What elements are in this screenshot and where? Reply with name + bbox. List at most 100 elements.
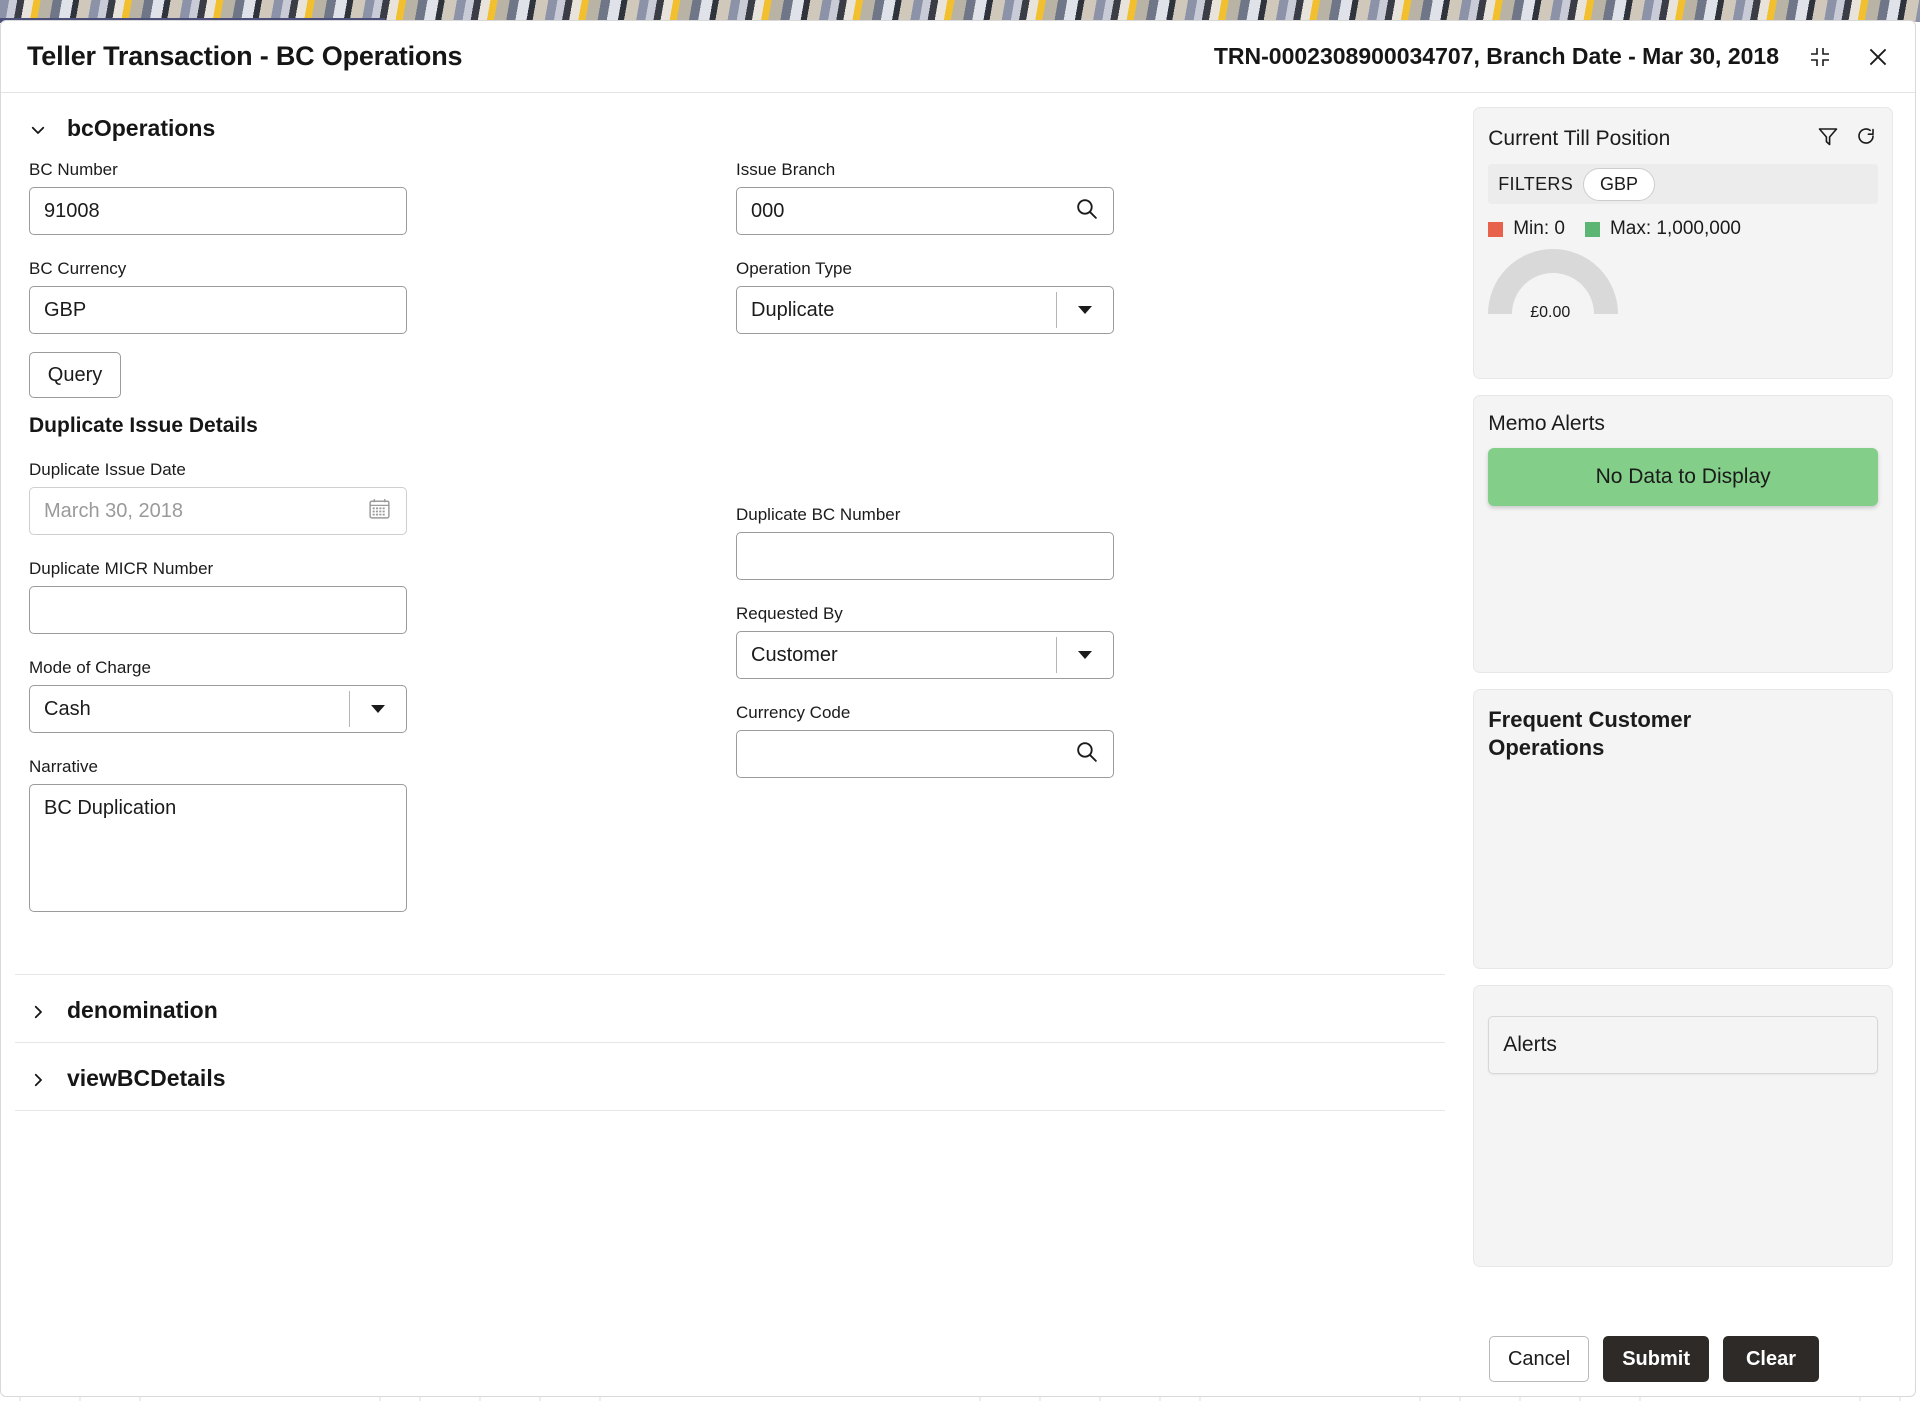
clear-button[interactable]: Clear [1723, 1336, 1819, 1382]
till-card-actions [1816, 124, 1878, 154]
close-icon[interactable] [1861, 40, 1895, 74]
field-duplicate-issue-date: Duplicate Issue Date March 30, 2018 [29, 460, 736, 535]
duplicate-bc-number-label: Duplicate BC Number [736, 505, 901, 524]
filter-funnel-icon[interactable] [1816, 124, 1840, 154]
modal-header: Teller Transaction - BC Operations TRN-0… [1, 21, 1915, 93]
mode-of-charge-label: Mode of Charge [29, 658, 151, 677]
currency-filter-pill[interactable]: GBP [1583, 167, 1656, 201]
section-divider [15, 1110, 1446, 1111]
operation-type-label: Operation Type [736, 259, 852, 278]
mode-of-charge-select[interactable]: Cash [29, 685, 407, 733]
requested-by-value: Customer [751, 643, 838, 666]
bc-currency-value: GBP [44, 298, 87, 321]
duplicate-bc-number-input[interactable] [736, 532, 1114, 580]
chevron-right-icon [29, 1003, 45, 1019]
bc-number-label: BC Number [29, 160, 118, 179]
mode-of-charge-value: Cash [44, 697, 91, 720]
narrative-textarea[interactable]: BC Duplication [29, 784, 407, 912]
modal-header-actions: TRN-0002308900034707, Branch Date - Mar … [1214, 40, 1895, 74]
duplicate-issue-date-label: Duplicate Issue Date [29, 460, 186, 479]
alerts-box[interactable]: Alerts [1488, 1016, 1878, 1074]
field-requested-by: Requested By Customer [736, 604, 1443, 679]
dropdown-arrow-icon[interactable] [1057, 645, 1113, 665]
alerts-title: Alerts [1503, 1033, 1557, 1056]
page-title: Teller Transaction - BC Operations [27, 41, 463, 71]
bc-number-value: 91008 [44, 199, 100, 222]
dropdown-arrow-icon[interactable] [350, 699, 406, 719]
accordion-header-denomination[interactable]: denomination [1, 975, 1465, 1042]
form-area: bcOperations BC Number 91008 BC Currency [1, 93, 1465, 1323]
modal-footer: Cancel Submit Clear [1, 1322, 1915, 1396]
duplicate-micr-number-label: Duplicate MICR Number [29, 559, 214, 578]
legend-min-swatch [1488, 221, 1504, 237]
field-mode-of-charge: Mode of Charge Cash [29, 658, 736, 733]
accordion-header-bcoperations[interactable]: bcOperations [1, 93, 1465, 160]
refresh-icon[interactable] [1854, 124, 1878, 154]
field-bc-currency: BC Currency GBP [29, 259, 736, 334]
dropdown-arrow-icon[interactable] [1057, 300, 1113, 320]
field-issue-branch: Issue Branch 000 [736, 160, 1443, 235]
gauge-value-label: £0.00 [1530, 304, 1571, 321]
till-filters-row: FILTERS GBP [1488, 164, 1878, 204]
currency-code-label: Currency Code [736, 703, 851, 722]
field-duplicate-bc-number: Duplicate BC Number [736, 505, 1443, 580]
cancel-button[interactable]: Cancel [1488, 1336, 1590, 1382]
query-button[interactable]: Query [29, 352, 121, 398]
duplicate-issue-details-heading: Duplicate Issue Details [29, 414, 258, 437]
requested-by-select[interactable]: Customer [736, 631, 1114, 679]
operation-type-value: Duplicate [751, 298, 835, 321]
issue-branch-label: Issue Branch [736, 160, 836, 179]
bc-currency-label: BC Currency [29, 259, 127, 278]
field-bc-number: BC Number 91008 [29, 160, 736, 235]
field-narrative: Narrative BC Duplication [29, 757, 736, 912]
issue-branch-input[interactable]: 000 [736, 187, 1114, 235]
current-till-position-card: Current Till Position FILTERS GBP Min: 0… [1473, 107, 1893, 379]
submit-button[interactable]: Submit [1603, 1336, 1709, 1382]
current-till-position-title: Current Till Position [1488, 127, 1671, 150]
transaction-reference: TRN-0002308900034707, Branch Date - Mar … [1213, 43, 1779, 69]
chevron-right-icon [29, 1071, 45, 1087]
field-currency-code: Currency Code [736, 703, 1443, 778]
duplicate-micr-number-input[interactable] [29, 586, 407, 634]
modal-body: bcOperations BC Number 91008 BC Currency [1, 93, 1915, 1323]
currency-code-input[interactable] [736, 730, 1114, 778]
search-icon[interactable] [1074, 196, 1099, 227]
accordion-title-bcoperations: bcOperations [67, 115, 216, 141]
till-legend: Min: 0 Max: 1,000,000 [1488, 218, 1878, 240]
filters-label: FILTERS [1498, 173, 1573, 194]
field-duplicate-micr-number: Duplicate MICR Number [29, 559, 736, 634]
frequent-customer-operations-title: Frequent Customer Operations [1488, 707, 1692, 760]
memo-alerts-banner[interactable]: No Data to Display [1488, 448, 1878, 506]
legend-max-swatch [1584, 221, 1600, 237]
bc-currency-input[interactable]: GBP [29, 286, 407, 334]
legend-min-label: Min: 0 [1513, 218, 1565, 239]
calendar-icon[interactable] [367, 496, 392, 527]
alerts-card: Alerts [1473, 985, 1893, 1267]
restore-down-icon[interactable] [1803, 40, 1837, 74]
memo-alerts-title: Memo Alerts [1488, 412, 1605, 435]
issue-branch-value: 000 [751, 199, 785, 222]
duplicate-issue-date-value: March 30, 2018 [44, 499, 183, 522]
duplicate-issue-date-input[interactable]: March 30, 2018 [29, 487, 407, 535]
accordion-title-viewbcdetails: viewBCDetails [67, 1065, 226, 1091]
current-till-position-header: Current Till Position [1488, 124, 1878, 154]
requested-by-label: Requested By [736, 604, 843, 623]
operation-type-select[interactable]: Duplicate [736, 286, 1114, 334]
legend-max-label: Max: 1,000,000 [1609, 218, 1741, 239]
search-icon[interactable] [1074, 739, 1099, 770]
memo-alerts-card: Memo Alerts No Data to Display [1473, 395, 1893, 673]
accordion-header-viewbcdetails[interactable]: viewBCDetails [1, 1043, 1465, 1110]
narrative-label: Narrative [29, 757, 98, 776]
bc-number-input[interactable]: 91008 [29, 187, 407, 235]
field-operation-type: Operation Type Duplicate [736, 259, 1443, 334]
